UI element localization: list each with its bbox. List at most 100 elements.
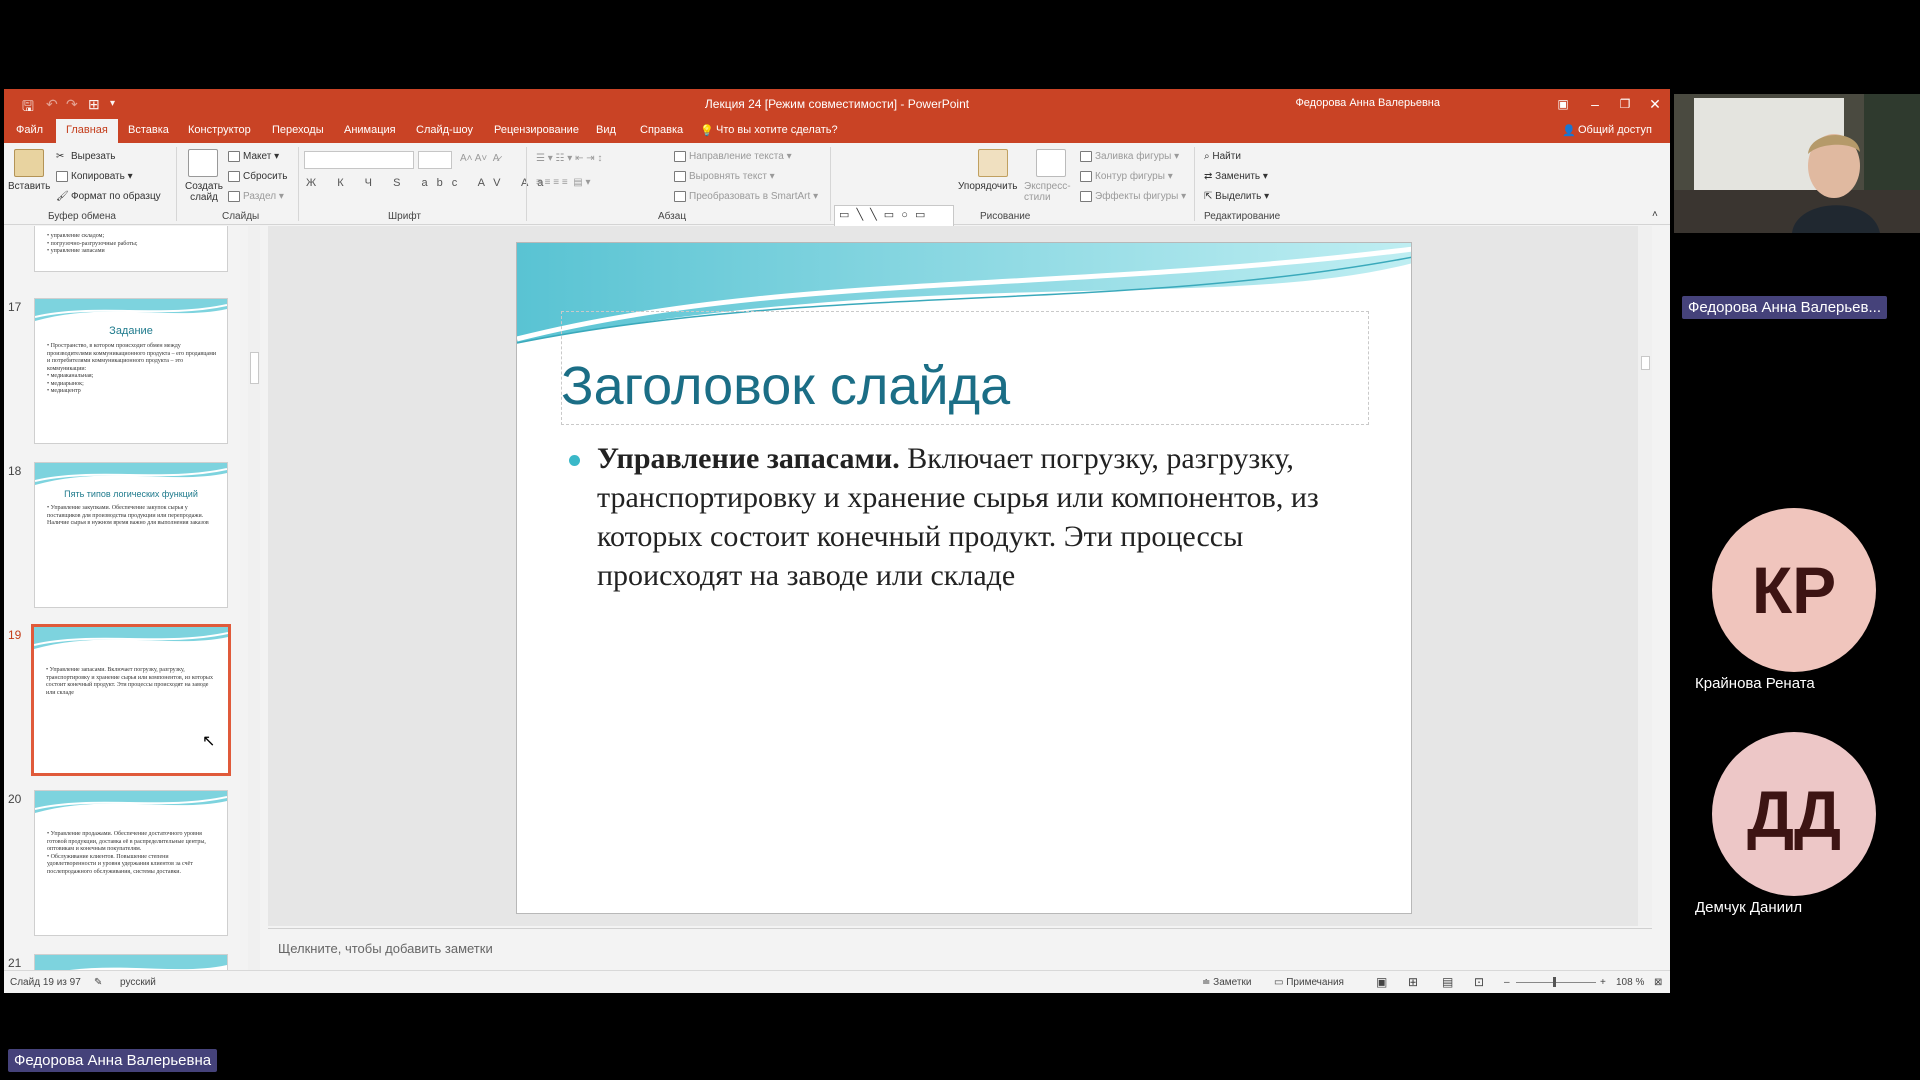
thumbnail-text: • Управление запасами. Включает погрузку… [46, 667, 213, 696]
zoom-slider-handle[interactable] [1553, 977, 1556, 987]
slide-number: 18 [8, 464, 22, 478]
fit-slide-icon[interactable]: ⊠ [1654, 977, 1662, 988]
smartart-icon [674, 191, 686, 202]
slide-sorter-icon[interactable]: ⊞ [1408, 975, 1418, 989]
quick-styles-icon[interactable] [1036, 149, 1066, 177]
layout-icon [228, 151, 240, 162]
tab-design[interactable]: Конструктор [188, 124, 251, 136]
tab-insert[interactable]: Вставка [128, 124, 169, 136]
slide-thumbnail-20[interactable]: • Управление продажами. Обеспечение дост… [34, 790, 228, 936]
font-format-buttons[interactable]: Ж К Ч S abc AV Aa [306, 177, 552, 189]
zoom-level[interactable]: 108 % [1616, 977, 1644, 988]
language-indicator[interactable]: русский [120, 977, 156, 988]
reset-button[interactable]: Сбросить [228, 171, 287, 182]
tab-transitions[interactable]: Переходы [272, 124, 324, 136]
restore-icon[interactable]: ❐ [1610, 93, 1640, 115]
close-icon[interactable]: ✕ [1640, 93, 1670, 115]
replace-button[interactable]: ⇄ Заменить ▾ [1204, 171, 1268, 182]
arrange-icon[interactable] [978, 149, 1008, 177]
alignment-buttons[interactable]: ≡ ≡ ≡ ≡ ▤ ▾ [536, 177, 590, 188]
replace-icon: ⇄ [1204, 171, 1216, 182]
tab-file[interactable]: Файл [16, 124, 43, 136]
zoom-out-icon[interactable]: – [1504, 977, 1510, 988]
slideshow-view-icon[interactable]: ⊡ [1474, 975, 1484, 989]
select-button[interactable]: ⇱ Выделить ▾ [1204, 191, 1269, 202]
paste-icon[interactable] [14, 149, 44, 177]
paint-bucket-icon [1080, 151, 1092, 162]
effects-icon [1080, 191, 1092, 202]
thumbnails-scrollbar[interactable] [248, 226, 260, 970]
smartart-button[interactable]: Преобразовать в SmartArt ▾ [674, 191, 818, 202]
new-slide-button[interactable]: Создать слайд [182, 181, 226, 203]
quick-styles-button[interactable]: Экспресс-стили [1024, 181, 1072, 203]
group-separator [298, 147, 299, 221]
mouse-cursor-icon: ↖ [202, 733, 216, 750]
notes-pane[interactable]: Щелкните, чтобы добавить заметки [268, 928, 1652, 970]
notes-toggle[interactable]: ≐ Заметки [1202, 977, 1251, 988]
person-icon: 👤 [1562, 125, 1576, 137]
scrollbar-thumb[interactable] [1641, 356, 1650, 370]
section-button[interactable]: Раздел ▾ [228, 191, 284, 202]
tab-animations[interactable]: Анимация [344, 124, 396, 136]
list-buttons[interactable]: ☰ ▾ ☷ ▾ ⇤ ⇥ ↕ [536, 153, 602, 164]
slide-scrollbar[interactable] [1638, 226, 1652, 926]
thumbnail-title: Пять типов логических функций [64, 489, 198, 499]
format-painter-button[interactable]: 🖌 Формат по образцу [56, 191, 161, 202]
pen-icon [1080, 171, 1092, 182]
tab-home[interactable]: Главная [56, 119, 118, 143]
reading-view-icon[interactable]: ▤ [1442, 975, 1453, 989]
slide-number: 20 [8, 792, 22, 806]
cut-button[interactable]: ✂ Вырезать [56, 151, 115, 162]
tab-help[interactable]: Справка [640, 124, 683, 136]
shape-outline-button[interactable]: Контур фигуры ▾ [1080, 171, 1173, 182]
tab-review[interactable]: Рецензирование [494, 124, 579, 136]
slide-thumbnail-17[interactable]: Задание • Пространство, в котором происх… [34, 298, 228, 444]
slide-body-text[interactable]: Управление запасами. Включает погрузку, … [597, 439, 1357, 595]
tab-slideshow[interactable]: Слайд-шоу [416, 124, 473, 136]
shape-effects-button[interactable]: Эффекты фигуры ▾ [1080, 191, 1186, 202]
align-text-button[interactable]: Выровнять текст ▾ [674, 171, 775, 182]
body-bold-term: Управление запасами. [597, 442, 900, 475]
participant-avatar-dd[interactable]: ДД [1712, 732, 1876, 896]
webcam-video [1674, 94, 1920, 233]
font-size-buttons[interactable]: A˄ A˅ A̷ [460, 153, 499, 164]
copy-icon [56, 171, 68, 182]
font-family-dropdown[interactable] [304, 151, 414, 169]
scrollbar-thumb[interactable] [250, 352, 259, 384]
thumbnail-title: Задание [109, 325, 153, 337]
paste-button[interactable]: Вставить [8, 181, 50, 192]
reset-icon [228, 171, 240, 182]
spellcheck-icon[interactable]: ✎ [94, 977, 102, 988]
layout-button[interactable]: Макет ▾ [228, 151, 279, 162]
normal-view-icon[interactable]: ▣ [1376, 975, 1387, 989]
text-direction-button[interactable]: Направление текста ▾ [674, 151, 792, 162]
ribbon-display-icon[interactable]: ▣ [1548, 93, 1578, 115]
slide-title[interactable]: Заголовок слайда [561, 355, 1010, 417]
share-button[interactable]: Общий доступ [1578, 124, 1652, 136]
new-slide-icon[interactable] [188, 149, 218, 177]
slide-thumbnail-18[interactable]: Пять типов логических функций • Управлен… [34, 462, 228, 608]
zoom-in-icon[interactable]: + [1600, 977, 1606, 988]
minimize-icon[interactable]: – [1580, 93, 1610, 115]
font-size-dropdown[interactable] [418, 151, 452, 169]
comments-toggle[interactable]: ▭ Примечания [1274, 977, 1344, 988]
slides-group-label: Слайды [222, 211, 260, 222]
arrange-button[interactable]: Упорядочить [958, 181, 1018, 192]
zoom-slider[interactable] [1516, 982, 1596, 983]
shape-fill-button[interactable]: Заливка фигуры ▾ [1080, 151, 1179, 162]
current-slide[interactable]: Заголовок слайда Управление запасами. Вк… [516, 242, 1412, 914]
collapse-ribbon-icon[interactable]: ˄ [1652, 209, 1658, 220]
participant-name: Демчук Даниил [1695, 899, 1803, 916]
slide-thumbnail[interactable]: • управление складом; • погрузочно-разгру… [34, 226, 228, 272]
brush-icon: 🖌 [56, 191, 69, 202]
align-text-icon [674, 171, 686, 182]
find-button[interactable]: ⌕ Найти [1204, 151, 1241, 162]
tell-me-search[interactable]: Что вы хотите сделать? [716, 124, 838, 136]
user-name[interactable]: Федорова Анна Валерьевна [1295, 97, 1440, 109]
copy-button[interactable]: Копировать ▾ [56, 171, 133, 182]
participant-avatar-kr[interactable]: КР [1712, 508, 1876, 672]
slide-thumbnail-19-selected[interactable]: • Управление запасами. Включает погрузку… [31, 624, 231, 776]
tab-view[interactable]: Вид [596, 124, 616, 136]
slide-thumbnail-21[interactable] [34, 954, 228, 970]
notes-placeholder: Щелкните, чтобы добавить заметки [278, 941, 493, 956]
